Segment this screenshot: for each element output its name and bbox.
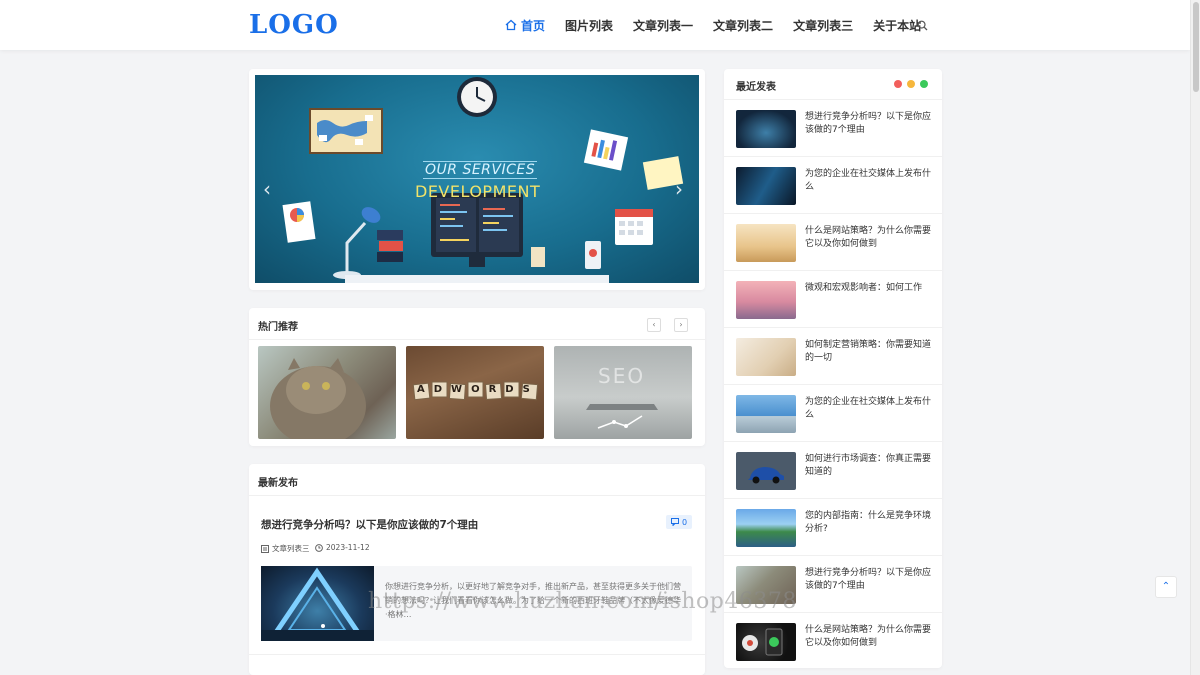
slide-title: DEVELOPMENT xyxy=(415,182,541,201)
recent-title: 为您的企业在社交媒体上发布什么 xyxy=(805,397,932,420)
hot-thumb-seo[interactable]: SEO xyxy=(554,346,692,439)
nav-item-article-list-1[interactable]: 文章列表一 xyxy=(633,17,693,34)
hot-recommend-section: 热门推荐 ‹ › ADWORDS SEO xyxy=(249,308,705,446)
comment-icon xyxy=(670,518,679,526)
divider xyxy=(249,495,705,496)
recent-title: 如何制定营销策略：你需要知道的一切 xyxy=(805,340,932,363)
hot-thumb-cat[interactable] xyxy=(258,346,396,439)
slide-image[interactable]: OUR SERVICES DEVELOPMENT xyxy=(255,75,699,283)
home-icon xyxy=(505,19,517,31)
slide-subtitle: OUR SERVICES xyxy=(423,161,538,179)
recent-item[interactable]: 如何进行市场调查：你真正需要知道的 xyxy=(724,441,942,498)
site-logo[interactable]: LOGO xyxy=(249,10,339,40)
recent-thumb xyxy=(736,338,796,376)
recent-item[interactable]: 为您的企业在社交媒体上发布什么 xyxy=(724,384,942,441)
post-category[interactable]: 文章列表三 xyxy=(261,543,310,554)
recent-thumb xyxy=(736,224,796,262)
cat-image xyxy=(270,358,366,439)
recent-item[interactable]: 微观和宏观影响者：如何工作 xyxy=(724,270,942,327)
page-scrollbar[interactable] xyxy=(1190,0,1200,675)
comment-count-badge[interactable]: 0 xyxy=(666,515,692,529)
hot-thumb-adwords[interactable]: ADWORDS xyxy=(406,346,544,439)
watermark-text: https://www.huzhan.com/ishop46378 xyxy=(368,589,797,614)
recent-title: 您的内部指南：什么是竞争环境分析? xyxy=(805,511,932,534)
nav-label: 首页 xyxy=(521,18,546,33)
nav-item-about[interactable]: 关于本站 xyxy=(873,17,921,34)
nav-item-home[interactable]: 首页 xyxy=(505,17,545,34)
recent-item[interactable]: 您的内部指南：什么是竞争环境分析? xyxy=(724,498,942,555)
nav-label: 文章列表一 xyxy=(633,18,694,33)
recent-title: 什么是网站策略？为什么你需要它以及你如何做到 xyxy=(805,625,932,648)
recent-title: 微观和宏观影响者：如何工作 xyxy=(805,283,923,293)
yellow-dot-icon xyxy=(907,80,915,88)
date-label: 2023-11-12 xyxy=(326,543,370,552)
recent-thumb xyxy=(736,452,796,490)
recent-thumb xyxy=(736,623,796,661)
post-date: 2023-11-12 xyxy=(315,543,370,552)
recent-title: 什么是网站策略？为什么你需要它以及你如何做到 xyxy=(805,226,932,249)
category-label: 文章列表三 xyxy=(272,544,310,553)
adwords-text: ADWORDS xyxy=(417,384,539,395)
site-header: LOGO 首页 图片列表 文章列表一 文章列表二 文章列表三 关于本站 xyxy=(0,0,1190,50)
divider xyxy=(249,654,705,655)
recent-thumb xyxy=(736,395,796,433)
banner-slider: OUR SERVICES DEVELOPMENT ‹ › xyxy=(249,69,705,290)
divider xyxy=(249,339,705,340)
recent-title: 为您的企业在社交媒体上发布什么 xyxy=(805,169,932,192)
recent-item[interactable]: 想进行竞争分析吗？以下是你应该做的7个理由 xyxy=(724,99,942,156)
hot-next-button[interactable]: › xyxy=(674,318,688,332)
section-title: 最新发布 xyxy=(258,478,298,489)
recent-title: 如何进行市场调查：你真正需要知道的 xyxy=(805,454,932,477)
post-thumbnail[interactable] xyxy=(261,566,374,641)
slider-next-button[interactable]: › xyxy=(675,177,683,201)
latest-posts-section: 最新发布 想进行竞争分析吗？以下是你应该做的7个理由 0 文章列表三 2023-… xyxy=(249,464,705,675)
recent-item[interactable]: 如何制定营销策略：你需要知道的一切 xyxy=(724,327,942,384)
search-icon[interactable] xyxy=(917,20,928,31)
recent-thumb xyxy=(736,281,796,319)
nav-label: 关于本站 xyxy=(873,18,922,33)
car-image xyxy=(748,467,784,484)
nav-label: 文章列表二 xyxy=(713,18,774,33)
phone-image xyxy=(742,628,783,656)
green-dot-icon xyxy=(920,80,928,88)
nav-item-article-list-3[interactable]: 文章列表三 xyxy=(793,17,853,34)
nav-item-image-list[interactable]: 图片列表 xyxy=(565,17,613,34)
recent-item[interactable]: 什么是网站策略？为什么你需要它以及你如何做到 xyxy=(724,213,942,270)
nav-item-article-list-2[interactable]: 文章列表二 xyxy=(713,17,773,34)
recent-item[interactable]: 什么是网站策略？为什么你需要它以及你如何做到 xyxy=(724,612,942,669)
recent-title: 想进行竞争分析吗？以下是你应该做的7个理由 xyxy=(805,112,932,135)
slide-illustration xyxy=(282,77,684,283)
post-title[interactable]: 想进行竞争分析吗？以下是你应该做的7个理由 xyxy=(261,517,478,532)
laptop-image xyxy=(586,404,658,429)
scrollbar-thumb[interactable] xyxy=(1193,2,1199,92)
slider-prev-button[interactable]: ‹ xyxy=(263,177,271,201)
red-dot-icon xyxy=(894,80,902,88)
recent-thumb xyxy=(736,167,796,205)
recent-thumb xyxy=(736,110,796,148)
nav-label: 文章列表三 xyxy=(793,18,854,33)
triangle-image xyxy=(261,567,374,641)
nav-label: 图片列表 xyxy=(565,18,614,33)
category-icon xyxy=(261,544,269,553)
section-title: 热门推荐 xyxy=(258,322,298,333)
widget-title: 最近发表 xyxy=(736,82,776,93)
recent-thumb xyxy=(736,509,796,547)
main-nav: 首页 图片列表 文章列表一 文章列表二 文章列表三 关于本站 xyxy=(505,0,941,50)
recent-title: 想进行竞争分析吗？以下是你应该做的7个理由 xyxy=(805,568,932,591)
recent-item[interactable]: 为您的企业在社交媒体上发布什么 xyxy=(724,156,942,213)
hot-prev-button[interactable]: ‹ xyxy=(647,318,661,332)
recent-posts-widget: 最近发表 想进行竞争分析吗？以下是你应该做的7个理由 为您的企业在社交媒体上发布… xyxy=(724,69,942,668)
clock-icon xyxy=(315,543,323,552)
comment-count: 0 xyxy=(681,517,688,527)
back-to-top-button[interactable]: ⌃ xyxy=(1155,576,1177,598)
